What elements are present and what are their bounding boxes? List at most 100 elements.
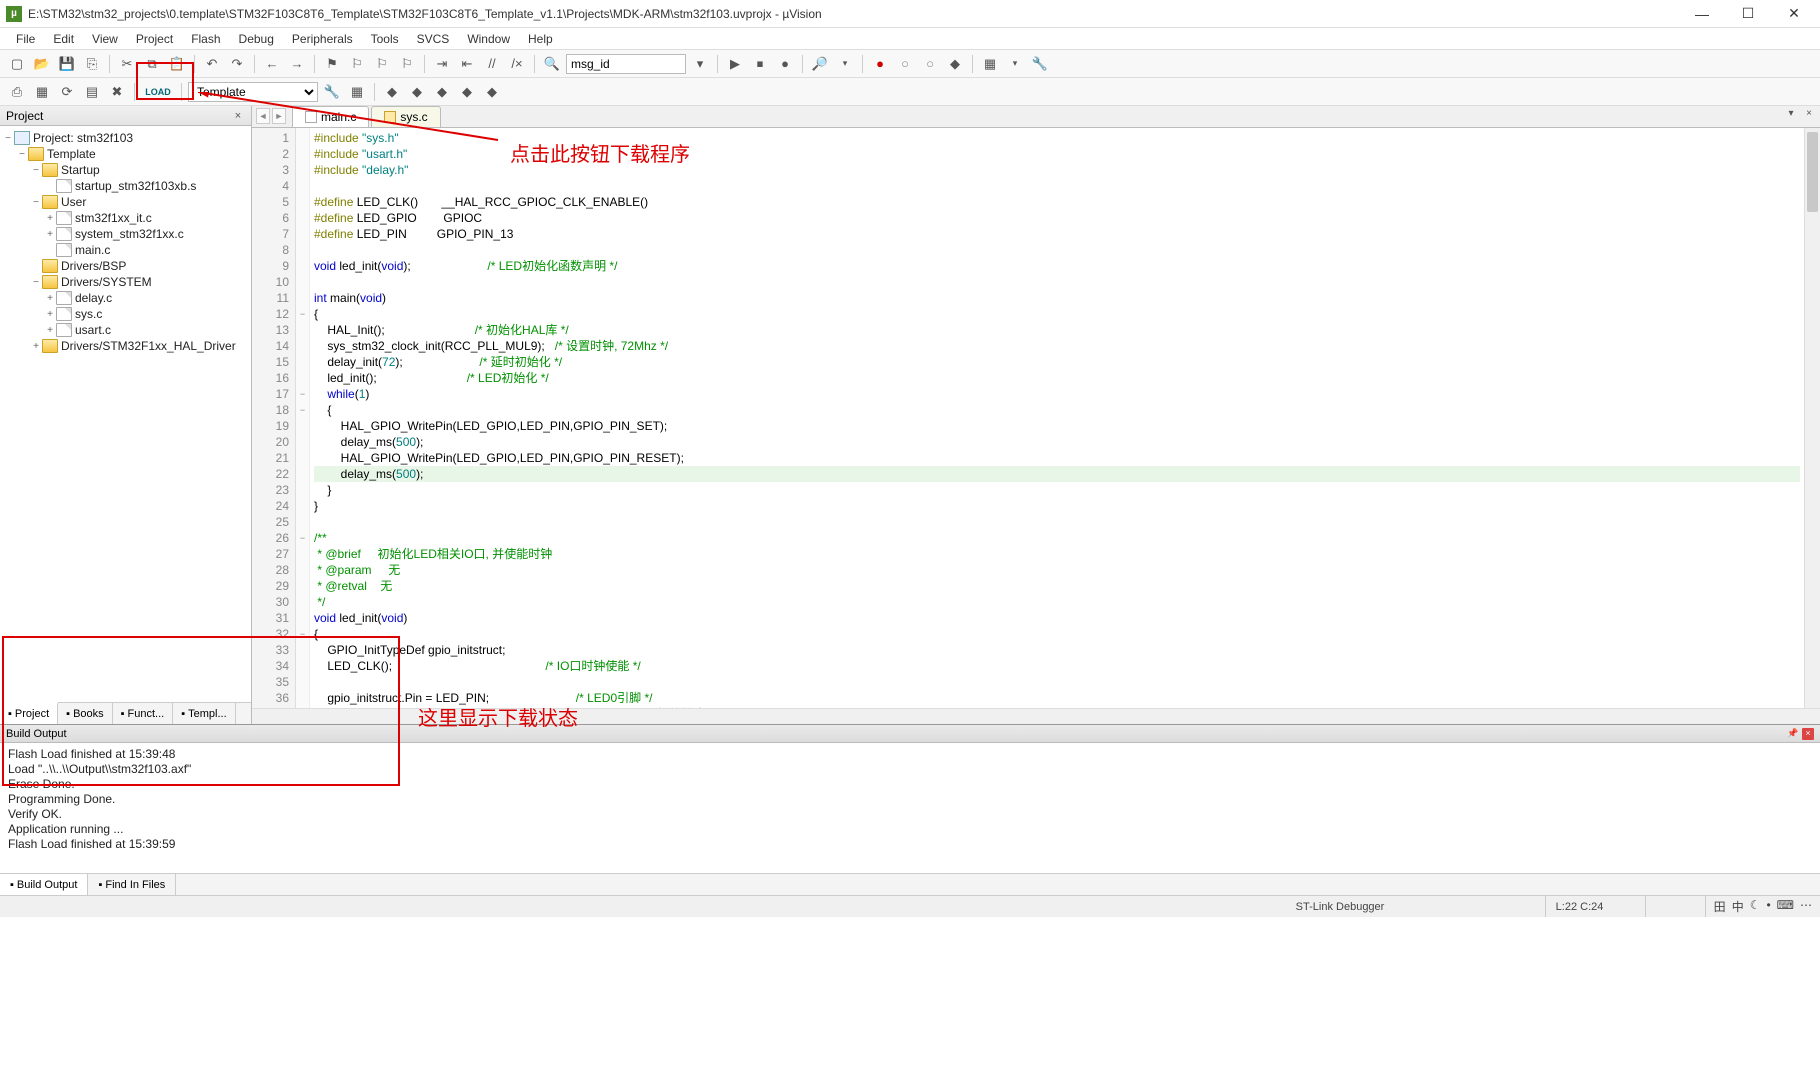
menu-peripherals[interactable]: Peripherals xyxy=(284,30,361,48)
editor-tab[interactable]: main.c xyxy=(292,106,369,127)
paste-icon[interactable]: 📋 xyxy=(166,53,188,75)
zoom-icon[interactable]: 🔎 xyxy=(809,53,831,75)
tab-history-fwd-icon[interactable]: ► xyxy=(272,108,286,124)
zoom-dropdown-icon[interactable]: ▾ xyxy=(834,53,856,75)
tree-expander-icon[interactable] xyxy=(44,181,56,192)
search-input[interactable] xyxy=(566,54,686,74)
tree-node[interactable]: Drivers/BSP xyxy=(2,258,249,274)
rebuild-icon[interactable]: ⟳ xyxy=(56,81,78,103)
tray-lang-icon[interactable]: 中 xyxy=(1732,898,1744,915)
save-all-icon[interactable]: ⎘ xyxy=(81,53,103,75)
configure-icon[interactable]: 🔧 xyxy=(1029,53,1051,75)
uncomment-icon[interactable]: /× xyxy=(506,53,528,75)
comment-icon[interactable]: // xyxy=(481,53,503,75)
tray-moon-icon[interactable]: ☾ xyxy=(1750,898,1761,915)
tree-node[interactable]: −Drivers/SYSTEM xyxy=(2,274,249,290)
project-tree[interactable]: −Project: stm32f103 −Template−Startup st… xyxy=(0,126,251,702)
tree-node[interactable]: −User xyxy=(2,194,249,210)
tree-node[interactable]: −Template xyxy=(2,146,249,162)
tree-node[interactable]: main.c xyxy=(2,242,249,258)
tree-expander-icon[interactable]: − xyxy=(16,149,28,160)
nav-back-icon[interactable]: ← xyxy=(261,53,283,75)
copy-icon[interactable]: ⧉ xyxy=(141,53,163,75)
record-icon[interactable]: ● xyxy=(869,53,891,75)
open-file-icon[interactable]: 📂 xyxy=(31,53,53,75)
tray-more-icon[interactable]: ⋯ xyxy=(1800,898,1812,915)
pack-5-icon[interactable]: ◆ xyxy=(481,81,503,103)
tree-expander-icon[interactable]: + xyxy=(44,293,56,304)
build-icon[interactable]: ▦ xyxy=(31,81,53,103)
tree-expander-icon[interactable]: + xyxy=(44,309,56,320)
manage-icon[interactable]: ▦ xyxy=(346,81,368,103)
tree-node[interactable]: −Startup xyxy=(2,162,249,178)
tray-keyboard-icon[interactable]: ⌨ xyxy=(1777,898,1794,915)
editor-scrollbar-vertical[interactable] xyxy=(1804,128,1820,708)
tree-expander-icon[interactable]: + xyxy=(44,325,56,336)
bottom-tab-build-output[interactable]: ▪Build Output xyxy=(0,874,88,895)
find-next-icon[interactable]: ▾ xyxy=(689,53,711,75)
menu-tools[interactable]: Tools xyxy=(363,30,407,48)
menu-help[interactable]: Help xyxy=(520,30,561,48)
record-stop-icon[interactable]: ○ xyxy=(894,53,916,75)
maximize-button[interactable]: ☐ xyxy=(1734,4,1762,24)
stop-build-icon[interactable]: ✖ xyxy=(106,81,128,103)
redo-icon[interactable]: ↷ xyxy=(226,53,248,75)
project-tab-books[interactable]: ▪Books xyxy=(58,703,112,724)
tree-node[interactable]: +Drivers/STM32F1xx_HAL_Driver xyxy=(2,338,249,354)
bookmark-clear-icon[interactable]: ⚐ xyxy=(396,53,418,75)
fold-column[interactable]: −−−−− xyxy=(296,128,310,708)
bookmark-next-icon[interactable]: ⚐ xyxy=(371,53,393,75)
layout-dropdown-icon[interactable]: ▾ xyxy=(1004,53,1026,75)
tree-expander-icon[interactable] xyxy=(44,245,56,256)
tray-dot-icon[interactable]: • xyxy=(1766,898,1770,915)
tree-node[interactable]: +sys.c xyxy=(2,306,249,322)
menu-flash[interactable]: Flash xyxy=(183,30,228,48)
pack-3-icon[interactable]: ◆ xyxy=(431,81,453,103)
close-button[interactable]: ✕ xyxy=(1780,4,1808,24)
cut-icon[interactable]: ✂ xyxy=(116,53,138,75)
tree-expander-icon[interactable]: + xyxy=(44,213,56,224)
editor-scrollbar-horizontal[interactable] xyxy=(252,708,1820,724)
menu-window[interactable]: Window xyxy=(459,30,518,48)
tree-node[interactable]: +usart.c xyxy=(2,322,249,338)
bookmark-prev-icon[interactable]: ⚐ xyxy=(346,53,368,75)
tree-expander-icon[interactable]: + xyxy=(30,341,42,352)
menu-file[interactable]: File xyxy=(8,30,43,48)
download-button[interactable]: LOAD xyxy=(141,81,175,103)
pack-1-icon[interactable]: ◆ xyxy=(381,81,403,103)
tree-node[interactable]: +delay.c xyxy=(2,290,249,306)
project-tab-project[interactable]: ▪Project xyxy=(0,702,58,724)
tree-expander-icon[interactable]: − xyxy=(30,197,42,208)
build-output-body[interactable]: Flash Load finished at 15:39:48Load "..\… xyxy=(0,743,1820,873)
project-tab-templ[interactable]: ▪Templ... xyxy=(173,703,235,724)
nav-forward-icon[interactable]: → xyxy=(286,53,308,75)
analyzer-icon[interactable]: ◆ xyxy=(944,53,966,75)
bottom-tab-find-in-files[interactable]: ▪Find In Files xyxy=(88,874,176,895)
menu-debug[interactable]: Debug xyxy=(231,30,282,48)
menu-edit[interactable]: Edit xyxy=(45,30,82,48)
pack-4-icon[interactable]: ◆ xyxy=(456,81,478,103)
tab-close-icon[interactable]: × xyxy=(1802,108,1816,122)
debug-start-icon[interactable]: ▶ xyxy=(724,53,746,75)
code-editor[interactable]: #include "sys.h"#include "usart.h"#inclu… xyxy=(310,128,1804,708)
target-select[interactable]: Template xyxy=(188,82,318,102)
bookmark-toggle-icon[interactable]: ⚑ xyxy=(321,53,343,75)
save-icon[interactable]: 💾 xyxy=(56,53,78,75)
build-close-icon[interactable]: × xyxy=(1802,728,1814,740)
find-icon[interactable]: 🔍 xyxy=(541,53,563,75)
tab-dropdown-icon[interactable]: ▾ xyxy=(1784,108,1798,122)
build-pin-icon[interactable]: 📌 xyxy=(1787,728,1799,740)
tray-ime-icon[interactable]: 田 xyxy=(1714,898,1726,915)
editor-tab[interactable]: sys.c xyxy=(371,106,440,127)
tab-history-back-icon[interactable]: ◄ xyxy=(256,108,270,124)
record-pause-icon[interactable]: ○ xyxy=(919,53,941,75)
outdent-icon[interactable]: ⇤ xyxy=(456,53,478,75)
menu-svcs[interactable]: SVCS xyxy=(409,30,458,48)
window-layout-icon[interactable]: ▦ xyxy=(979,53,1001,75)
indent-icon[interactable]: ⇥ xyxy=(431,53,453,75)
tree-node[interactable]: +stm32f1xx_it.c xyxy=(2,210,249,226)
tree-node[interactable]: startup_stm32f103xb.s xyxy=(2,178,249,194)
target-options-icon[interactable]: 🔧 xyxy=(321,81,343,103)
tree-node[interactable]: +system_stm32f1xx.c xyxy=(2,226,249,242)
translate-icon[interactable]: ⎙ xyxy=(6,81,28,103)
